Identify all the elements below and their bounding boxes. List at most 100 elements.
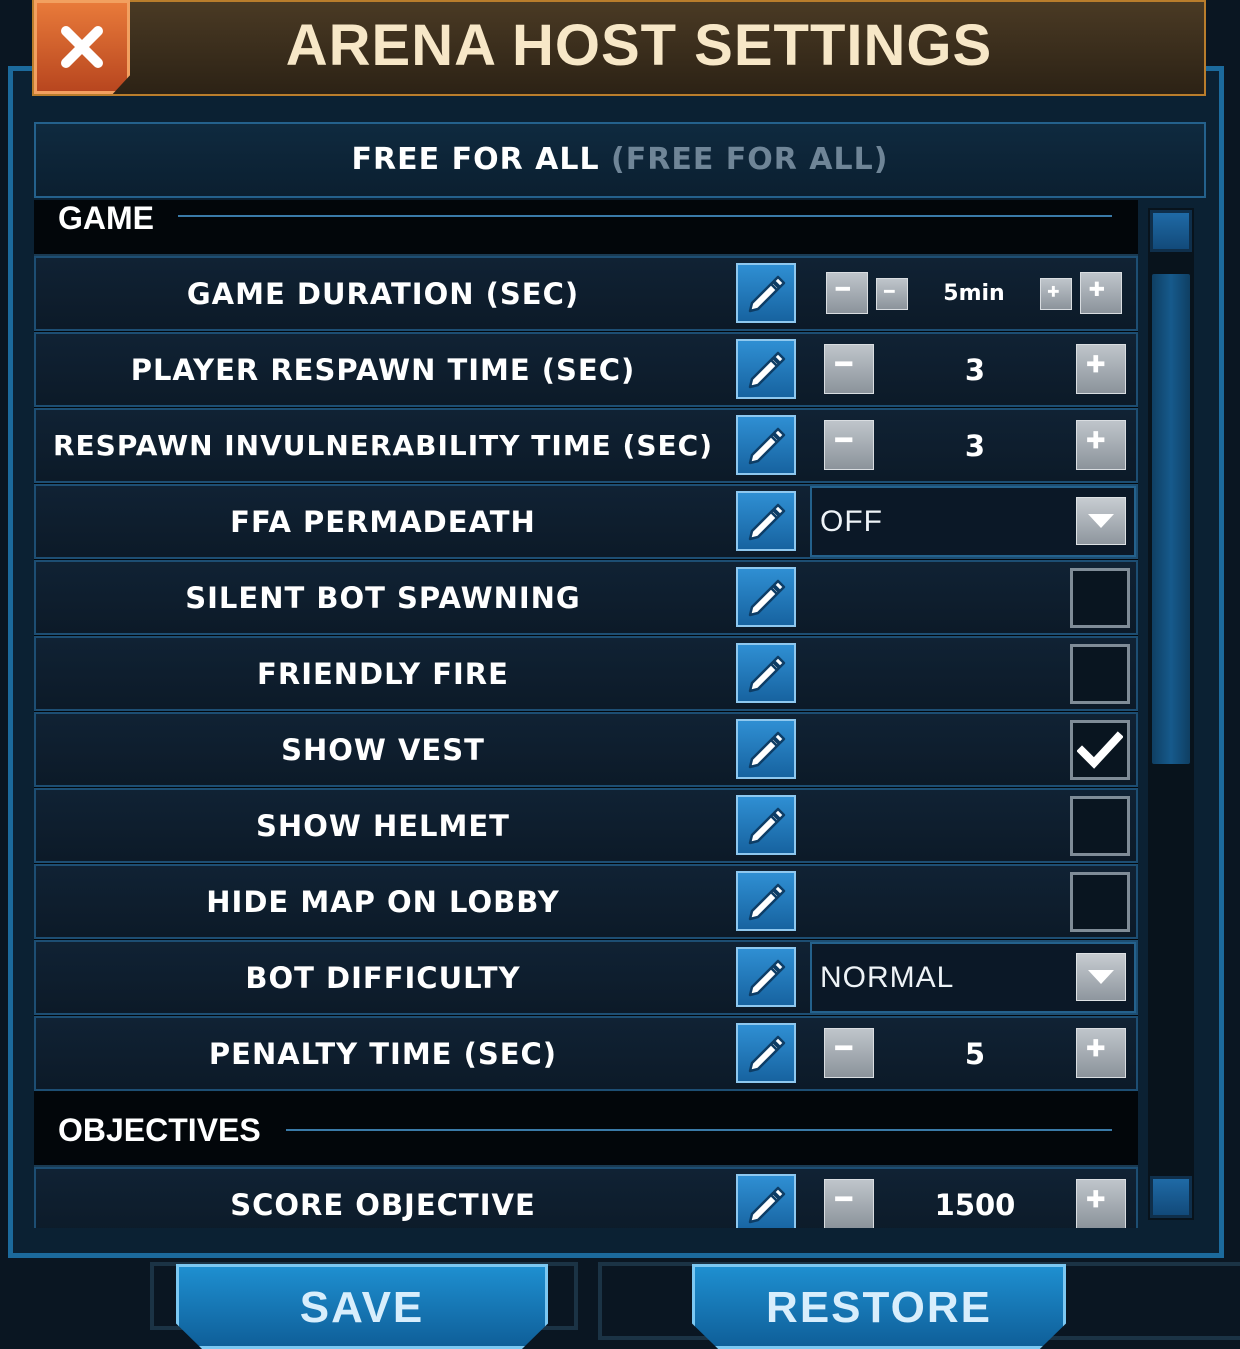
section-label: OBJECTIVES: [58, 1112, 261, 1148]
increment-button[interactable]: [1076, 1028, 1126, 1078]
edit-button[interactable]: [736, 871, 796, 931]
minus-icon: [833, 279, 861, 307]
setting-row: SILENT BOT SPAWNING: [34, 560, 1138, 635]
setting-row: GAME DURATION (SEC) 5min: [34, 256, 1138, 331]
setting-label: RESPAWN INVULNERABILITY TIME (SEC): [52, 429, 713, 462]
game-mode-bar: FREE FOR ALL (FREE FOR ALL): [34, 122, 1206, 198]
setting-dropdown[interactable]: NORMAL: [810, 942, 1136, 1013]
edit-button[interactable]: [736, 339, 796, 399]
setting-checkbox[interactable]: [1070, 568, 1130, 628]
scrollbar-thumb[interactable]: [1152, 274, 1190, 764]
checkmark-icon: [1077, 730, 1123, 770]
pencil-icon: [743, 726, 789, 772]
plus-icon: [1084, 352, 1118, 386]
edit-button[interactable]: [736, 795, 796, 855]
setting-value: 5: [964, 1036, 986, 1071]
decrement-button[interactable]: [824, 1179, 874, 1228]
setting-row: SHOW VEST: [34, 712, 1138, 787]
pencil-icon: [743, 878, 789, 924]
pencil-icon: [743, 346, 789, 392]
setting-row: SHOW HELMET: [34, 788, 1138, 863]
setting-label: HIDE MAP ON LOBBY: [206, 884, 560, 919]
setting-label: FFA PERMADEATH: [230, 504, 536, 539]
setting-value: 3: [964, 428, 986, 463]
setting-label: PLAYER RESPAWN TIME (SEC): [130, 352, 636, 387]
pencil-icon: [743, 650, 789, 696]
pencil-icon: [743, 270, 789, 316]
dropdown-arrow-button[interactable]: [1076, 953, 1126, 1001]
pencil-icon: [743, 802, 789, 848]
game-mode-sub-label: (FREE FOR ALL): [611, 142, 889, 177]
edit-button[interactable]: [736, 263, 796, 323]
dropdown-arrow-button[interactable]: [1076, 497, 1126, 545]
increment-small-button[interactable]: [1040, 278, 1072, 310]
setting-label: GAME DURATION (SEC): [186, 276, 580, 311]
setting-label: SILENT BOT SPAWNING: [185, 580, 581, 615]
setting-row: PENALTY TIME (SEC) 5: [34, 1016, 1138, 1091]
setting-value: 5min: [943, 281, 1005, 306]
setting-row: RESPAWN INVULNERABILITY TIME (SEC) 3: [34, 408, 1138, 483]
increment-button[interactable]: [1076, 420, 1126, 470]
scroll-up-button[interactable]: [1150, 210, 1192, 252]
section-header-game: GAME: [34, 200, 1138, 256]
plus-icon: [1087, 279, 1115, 307]
dropdown-value: NORMAL: [820, 961, 955, 994]
dropdown-value: OFF: [820, 505, 883, 538]
save-button[interactable]: SAVE: [176, 1264, 548, 1349]
increment-large-button[interactable]: [1080, 272, 1122, 314]
pencil-icon: [743, 1181, 789, 1227]
setting-value: 3: [964, 352, 986, 387]
setting-checkbox[interactable]: [1070, 796, 1130, 856]
setting-label: PENALTY TIME (SEC): [208, 1036, 558, 1071]
edit-button[interactable]: [736, 947, 796, 1007]
setting-row: BOT DIFFICULTY NORMAL: [34, 940, 1138, 1015]
page-title: ARENA HOST SETTINGS: [285, 13, 993, 78]
section-divider: [178, 215, 1112, 217]
section-label: GAME: [58, 200, 154, 236]
increment-button[interactable]: [1076, 1179, 1126, 1228]
restore-button[interactable]: RESTORE: [692, 1264, 1066, 1349]
pencil-icon: [743, 574, 789, 620]
edit-button[interactable]: [736, 643, 796, 703]
pencil-icon: [743, 498, 789, 544]
close-icon: [61, 26, 103, 68]
setting-label: SHOW VEST: [281, 732, 485, 767]
section-header-objectives: OBJECTIVES: [34, 1092, 1138, 1167]
setting-checkbox[interactable]: [1070, 720, 1130, 780]
increment-button[interactable]: [1076, 344, 1126, 394]
pencil-icon: [743, 422, 789, 468]
edit-button[interactable]: [736, 719, 796, 779]
decrement-large-button[interactable]: [826, 272, 868, 314]
setting-dropdown[interactable]: OFF: [810, 486, 1136, 557]
edit-button[interactable]: [736, 415, 796, 475]
plus-icon: [1084, 1187, 1118, 1221]
plus-icon: [1084, 428, 1118, 462]
plus-icon: [1046, 284, 1067, 305]
edit-button[interactable]: [736, 491, 796, 551]
pencil-icon: [743, 954, 789, 1000]
setting-row: FFA PERMADEATH OFF: [34, 484, 1138, 559]
setting-checkbox[interactable]: [1070, 872, 1130, 932]
setting-row: SCORE OBJECTIVE 1500: [34, 1167, 1138, 1228]
header-bar: ARENA HOST SETTINGS: [32, 0, 1206, 96]
setting-label: SHOW HELMET: [256, 808, 510, 843]
chevron-down-icon: [1086, 511, 1116, 531]
close-button[interactable]: [34, 0, 130, 94]
minus-icon: [832, 1187, 866, 1221]
setting-row: PLAYER RESPAWN TIME (SEC) 3: [34, 332, 1138, 407]
settings-list[interactable]: GAME GAME DURATION (SEC) 5min PLAYER RESPAW…: [34, 200, 1138, 1228]
setting-checkbox[interactable]: [1070, 644, 1130, 704]
edit-button[interactable]: [736, 567, 796, 627]
decrement-button[interactable]: [824, 420, 874, 470]
decrement-small-button[interactable]: [876, 278, 908, 310]
decrement-button[interactable]: [824, 1028, 874, 1078]
edit-button[interactable]: [736, 1174, 796, 1228]
section-divider: [286, 1129, 1112, 1131]
setting-row: FRIENDLY FIRE: [34, 636, 1138, 711]
edit-button[interactable]: [736, 1023, 796, 1083]
decrement-button[interactable]: [824, 344, 874, 394]
setting-value: 1500: [934, 1187, 1016, 1222]
scroll-down-button[interactable]: [1150, 1176, 1192, 1218]
setting-label: SCORE OBJECTIVE: [230, 1187, 536, 1222]
setting-row: HIDE MAP ON LOBBY: [34, 864, 1138, 939]
